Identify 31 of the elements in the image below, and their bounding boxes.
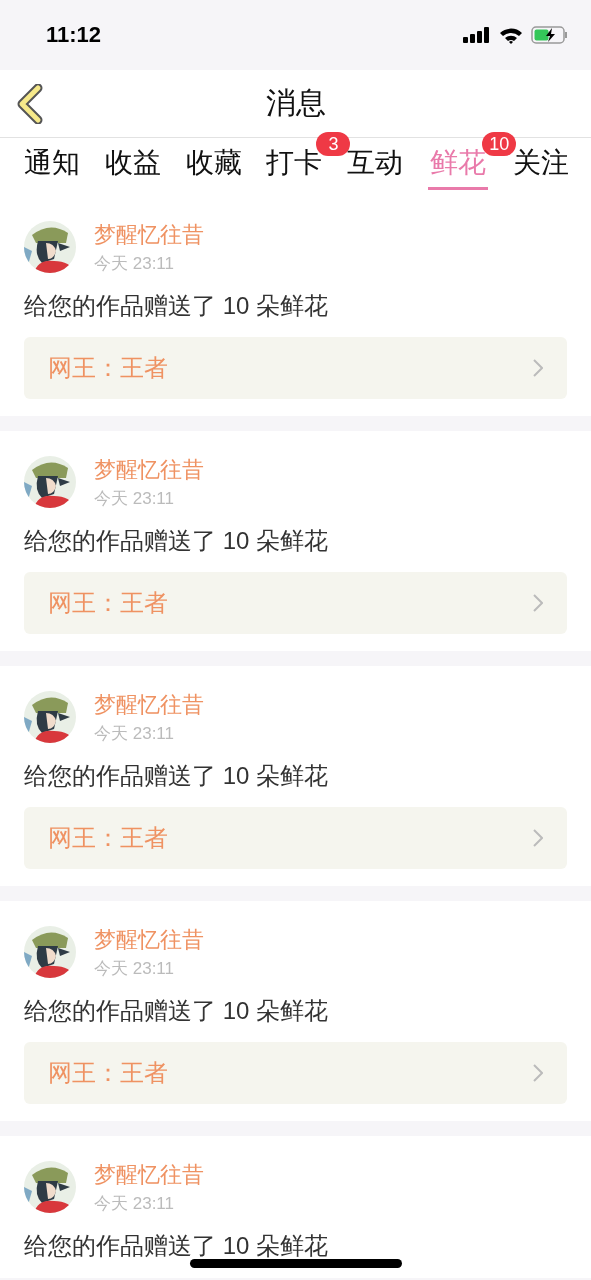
message-time: 今天 23:11 (94, 1192, 175, 1215)
user-name[interactable]: 梦醒忆往昔 (94, 1159, 204, 1190)
message-text: 给您的作品赠送了 10 朵鲜花 (24, 294, 329, 318)
message-text: 给您的作品赠送了 10 朵鲜花 (24, 764, 329, 788)
user-name[interactable]: 梦醒忆往昔 (94, 454, 204, 485)
tab[interactable]: 收藏 (185, 138, 242, 190)
chevron-right-icon (533, 829, 543, 847)
message-time: 今天 23:11 (94, 487, 175, 510)
chevron-right-icon (533, 1064, 543, 1082)
user-name[interactable]: 梦醒忆往昔 (94, 924, 204, 955)
tab[interactable]: 通知 (24, 138, 80, 190)
status-time: 11:12 (46, 22, 102, 48)
work-link[interactable]: 网王：王者 (24, 807, 567, 869)
wifi-icon (499, 26, 523, 44)
message-text: 给您的作品赠送了 10 朵鲜花 (24, 1234, 329, 1258)
message-time: 今天 23:11 (94, 722, 175, 745)
work-link[interactable]: 网王：王者 (24, 337, 567, 399)
user-name[interactable]: 梦醒忆往昔 (94, 219, 204, 250)
user-name[interactable]: 梦醒忆往昔 (94, 689, 204, 720)
work-link[interactable]: 网王：王者 (24, 572, 567, 634)
work-link[interactable]: 网王：王者 (24, 1042, 567, 1104)
message-time: 今天 23:11 (94, 252, 175, 275)
chevron-right-icon (533, 594, 543, 612)
chevron-right-icon (533, 359, 543, 377)
message-time: 今天 23:11 (94, 957, 175, 980)
page-title: 消息 (265, 85, 326, 121)
tab[interactable]: 收益 (104, 138, 161, 190)
signal-icon (463, 27, 491, 43)
message-text: 给您的作品赠送了 10 朵鲜花 (24, 529, 329, 553)
battery-icon (531, 26, 569, 44)
message-text: 给您的作品赠送了 10 朵鲜花 (24, 999, 329, 1023)
